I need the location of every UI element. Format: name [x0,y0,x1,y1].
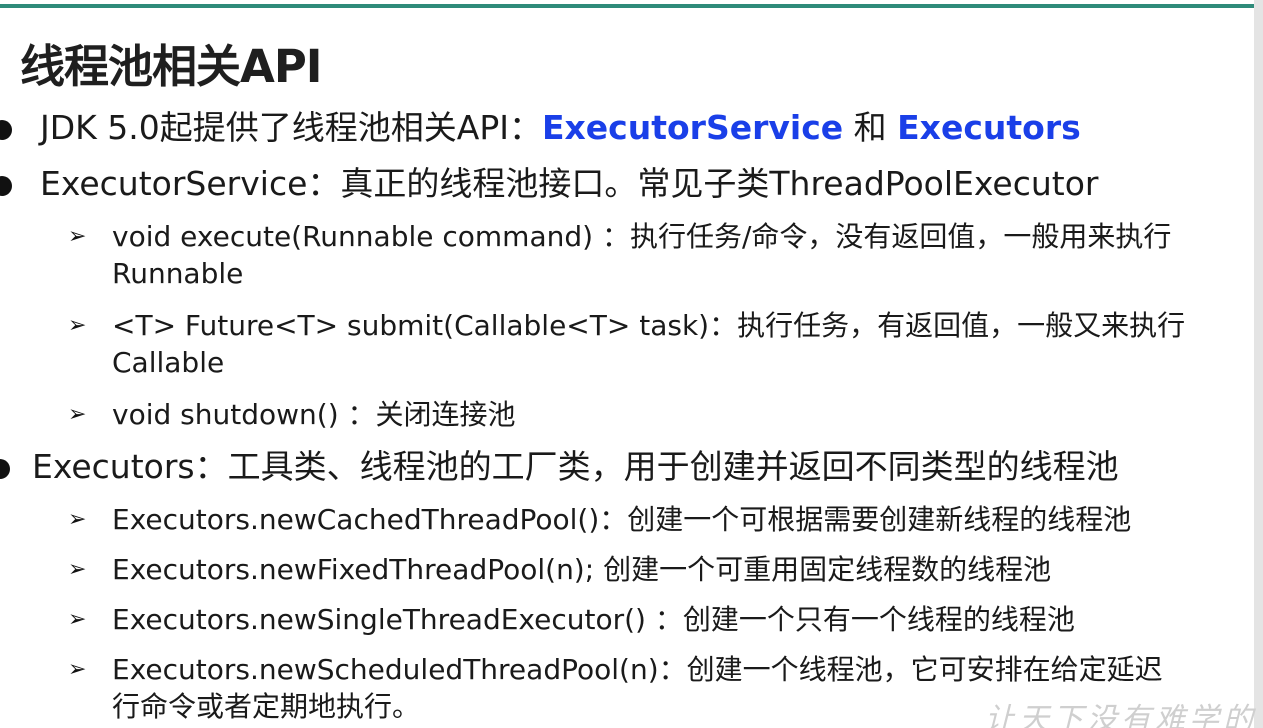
bullet-text: JDK 5.0起提供了线程池相关API：ExecutorService 和 Ex… [40,108,1081,148]
scroll-edge [1254,0,1263,728]
watermark: 让天下没有难学的 [985,702,1257,728]
bullet-dot-icon [0,459,10,479]
sub-item-text: Executors.newCachedThreadPool()：创建一个可根据需… [112,503,1132,536]
bullet-text: ExecutorService：真正的线程池接口。常见子类ThreadPoolE… [40,164,1099,203]
slide-title: 线程池相关API [20,40,323,93]
bullet-dot-icon [0,120,12,140]
keyword-executorservice: ExecutorService [541,108,844,147]
arrow-bullet-icon: ➢ [68,557,87,582]
sub-item-text-cont: 行命令或者定期地执行。 [112,690,421,723]
sub-item-text: <T> Future<T> submit(Callable<T> task)：执… [112,309,1186,342]
arrow-bullet-icon: ➢ [68,313,87,338]
top-rule [0,4,1254,8]
sub-item-text: Executors.newSingleThreadExecutor() ：创建一… [112,603,1075,636]
bullet-text: Executors：工具类、线程池的工厂类，用于创建并返回不同类型的线程池 [32,447,1119,486]
arrow-bullet-icon: ➢ [68,402,87,427]
keyword-executors: Executors [897,108,1081,147]
arrow-bullet-icon: ➢ [68,507,87,532]
sub-item-text: void execute(Runnable command) ：执行任务/命令，… [112,220,1172,253]
sub-item-text-cont: Runnable [112,257,244,290]
arrow-bullet-icon: ➢ [68,657,87,682]
bullet-prefix: JDK 5.0起提供了线程池相关API： [40,108,542,147]
sub-item-text-cont: Callable [112,346,225,379]
arrow-bullet-icon: ➢ [68,224,87,249]
sub-item-text: Executors.newFixedThreadPool(n); 创建一个可重用… [112,553,1052,586]
arrow-bullet-icon: ➢ [68,607,87,632]
conjunction: 和 [843,108,898,147]
bullet-dot-icon [0,176,12,196]
sub-item-text: void shutdown() ：关闭连接池 [112,398,516,431]
sub-item-text: Executors.newScheduledThreadPool(n)：创建一个… [112,653,1163,686]
